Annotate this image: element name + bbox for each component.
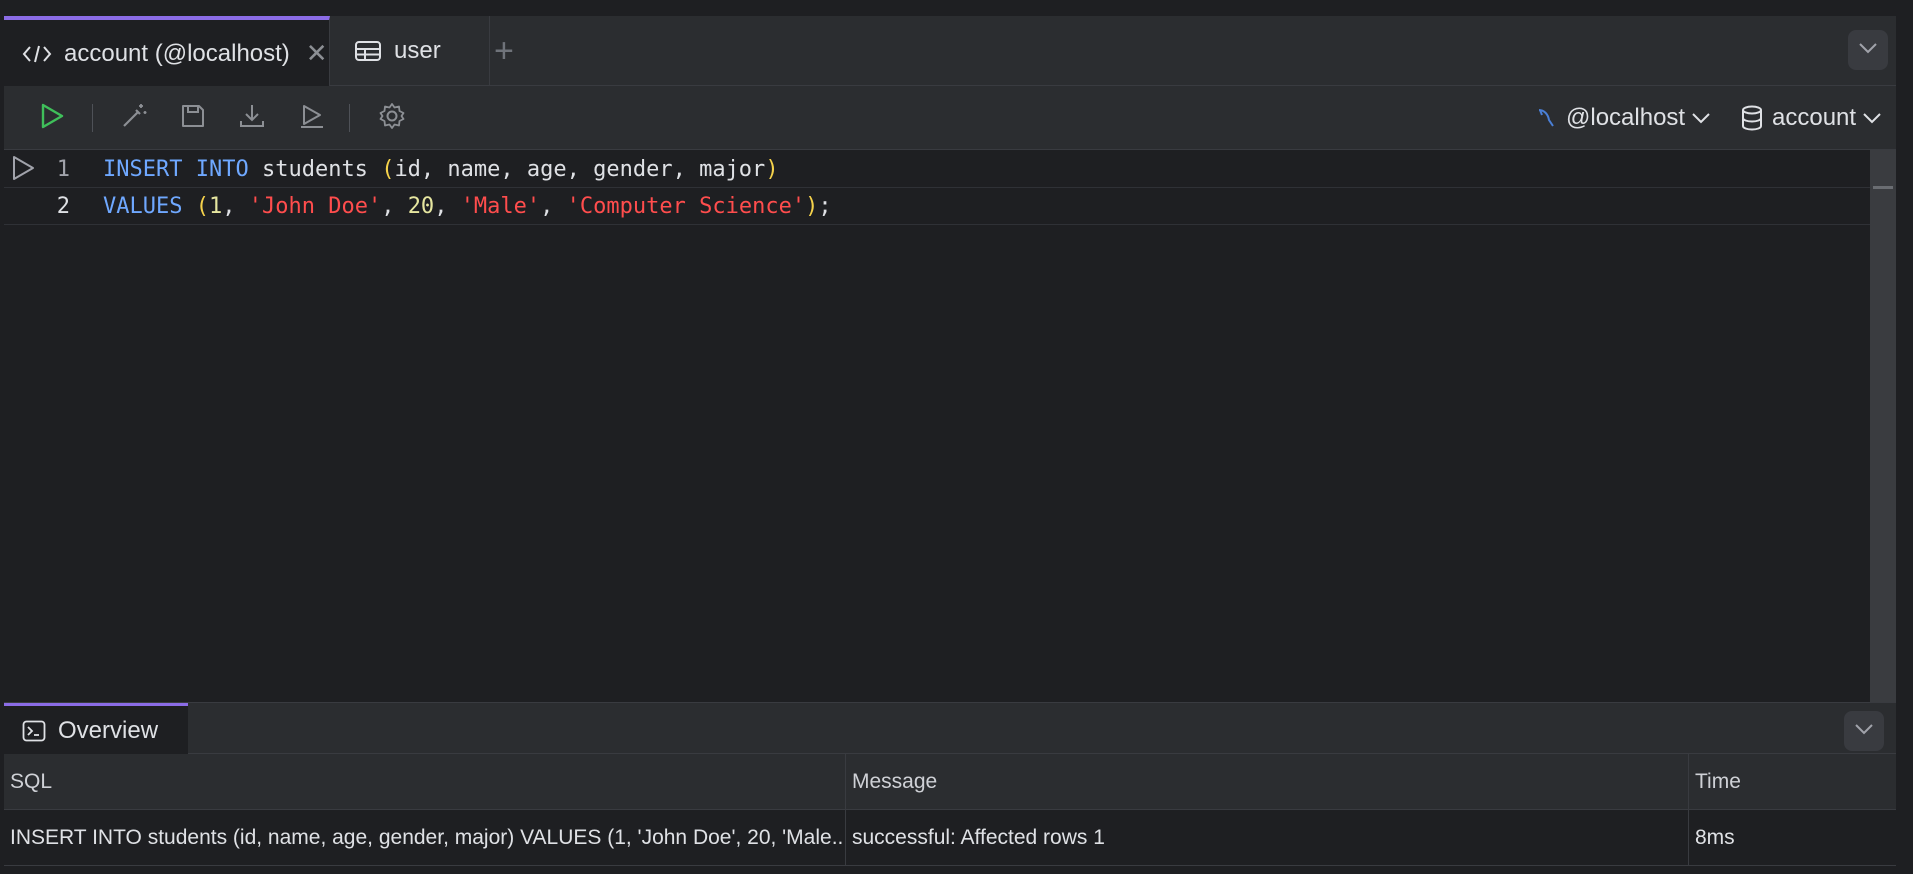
tab-overview[interactable]: Overview <box>4 703 188 755</box>
tab-label: account (@localhost) <box>64 39 290 67</box>
chevron-down-icon <box>1691 112 1711 124</box>
paren: ( <box>195 193 209 219</box>
code-line: VALUES (1, 'John Doe', 20, 'Male', 'Comp… <box>103 193 832 219</box>
run-selection-button[interactable] <box>294 100 330 136</box>
chevron-down-icon <box>1858 41 1878 59</box>
beautify-button[interactable] <box>116 100 152 136</box>
tab-label: Overview <box>58 716 159 744</box>
dolphin-icon <box>1536 106 1558 130</box>
connection-selector[interactable]: @localhost <box>1536 86 1711 150</box>
run-icon <box>39 102 65 135</box>
run-statement-icon[interactable] <box>10 154 36 187</box>
result-dropdown-button[interactable] <box>1844 711 1884 751</box>
toolbar-divider <box>92 104 93 132</box>
keyword: INTO <box>195 156 249 182</box>
tabs-dropdown-button[interactable] <box>1848 30 1888 70</box>
magic-wand-icon <box>120 102 148 135</box>
add-tab-button[interactable]: + <box>494 16 514 86</box>
tab-user[interactable]: user <box>330 16 490 86</box>
column-list: id, name, age, gender, major <box>394 156 766 182</box>
table-icon <box>354 39 382 63</box>
run-selection-icon <box>298 102 326 135</box>
export-button[interactable] <box>234 100 270 136</box>
editor-line[interactable]: 1 INSERT INTO students (id, name, age, g… <box>4 150 1870 188</box>
keyword: VALUES <box>103 193 183 219</box>
column-header-message[interactable]: Message <box>846 754 1689 810</box>
line-number: 1 <box>56 156 70 182</box>
vertical-scrollbar[interactable] <box>1870 150 1896 702</box>
sql-editor-window: account (@localhost) ✕ user + @localhost… <box>4 16 1896 874</box>
run-button[interactable] <box>34 100 70 136</box>
download-icon <box>238 102 266 135</box>
save-button[interactable] <box>175 100 211 136</box>
result-panel: Overview SQL Message Time INSERT INTO st… <box>4 702 1896 874</box>
toolbar-divider <box>349 104 350 132</box>
column-header-time[interactable]: Time <box>1689 754 1896 810</box>
paren: ( <box>381 156 395 182</box>
time-cell[interactable]: 8ms <box>1689 810 1896 866</box>
keyword: INSERT <box>103 156 183 182</box>
table-header-row: SQL Message Time <box>4 754 1896 810</box>
number-literal: 1 <box>208 193 223 219</box>
result-tab-bar: Overview <box>4 702 1896 755</box>
tab-label: user <box>394 37 441 64</box>
string-literal: 'John Doe' <box>248 193 382 219</box>
scrollbar-marker <box>1873 186 1893 189</box>
number-literal: 20 <box>407 193 435 219</box>
terminal-icon <box>22 720 46 742</box>
tab-account-localhost[interactable]: account (@localhost) ✕ <box>4 16 330 87</box>
save-icon <box>180 103 206 134</box>
line-number: 2 <box>56 193 70 219</box>
code-line: INSERT INTO students (id, name, age, gen… <box>103 157 779 182</box>
result-table: SQL Message Time INSERT INTO students (i… <box>4 754 1896 866</box>
settings-icon <box>377 101 407 136</box>
database-icon <box>1740 105 1764 131</box>
close-icon[interactable]: ✕ <box>306 38 328 69</box>
message-cell[interactable]: successful: Affected rows 1 <box>846 810 1689 866</box>
code-icon <box>22 44 52 64</box>
string-literal: 'Male' <box>460 193 541 219</box>
database-label: account <box>1772 104 1857 131</box>
editor-line[interactable]: 2 VALUES (1, 'John Doe', 20, 'Male', 'Co… <box>4 187 1870 225</box>
tab-bar: account (@localhost) ✕ user + <box>4 16 1896 87</box>
code-editor[interactable]: 1 INSERT INTO students (id, name, age, g… <box>4 150 1896 702</box>
table-name: students <box>261 156 368 182</box>
database-selector[interactable]: account <box>1740 86 1882 150</box>
connection-label: @localhost <box>1566 104 1686 131</box>
column-header-sql[interactable]: SQL <box>4 754 846 810</box>
paren: ) <box>805 193 819 219</box>
paren: ) <box>765 156 779 182</box>
sql-cell[interactable]: INSERT INTO students (id, name, age, gen… <box>4 810 846 866</box>
editor-toolbar: @localhost account <box>4 86 1896 150</box>
chevron-down-icon <box>1854 722 1874 740</box>
string-literal: 'Computer Science' <box>566 193 806 219</box>
table-row[interactable]: INSERT INTO students (id, name, age, gen… <box>4 810 1896 866</box>
chevron-down-icon <box>1862 112 1882 124</box>
settings-button[interactable] <box>374 100 410 136</box>
